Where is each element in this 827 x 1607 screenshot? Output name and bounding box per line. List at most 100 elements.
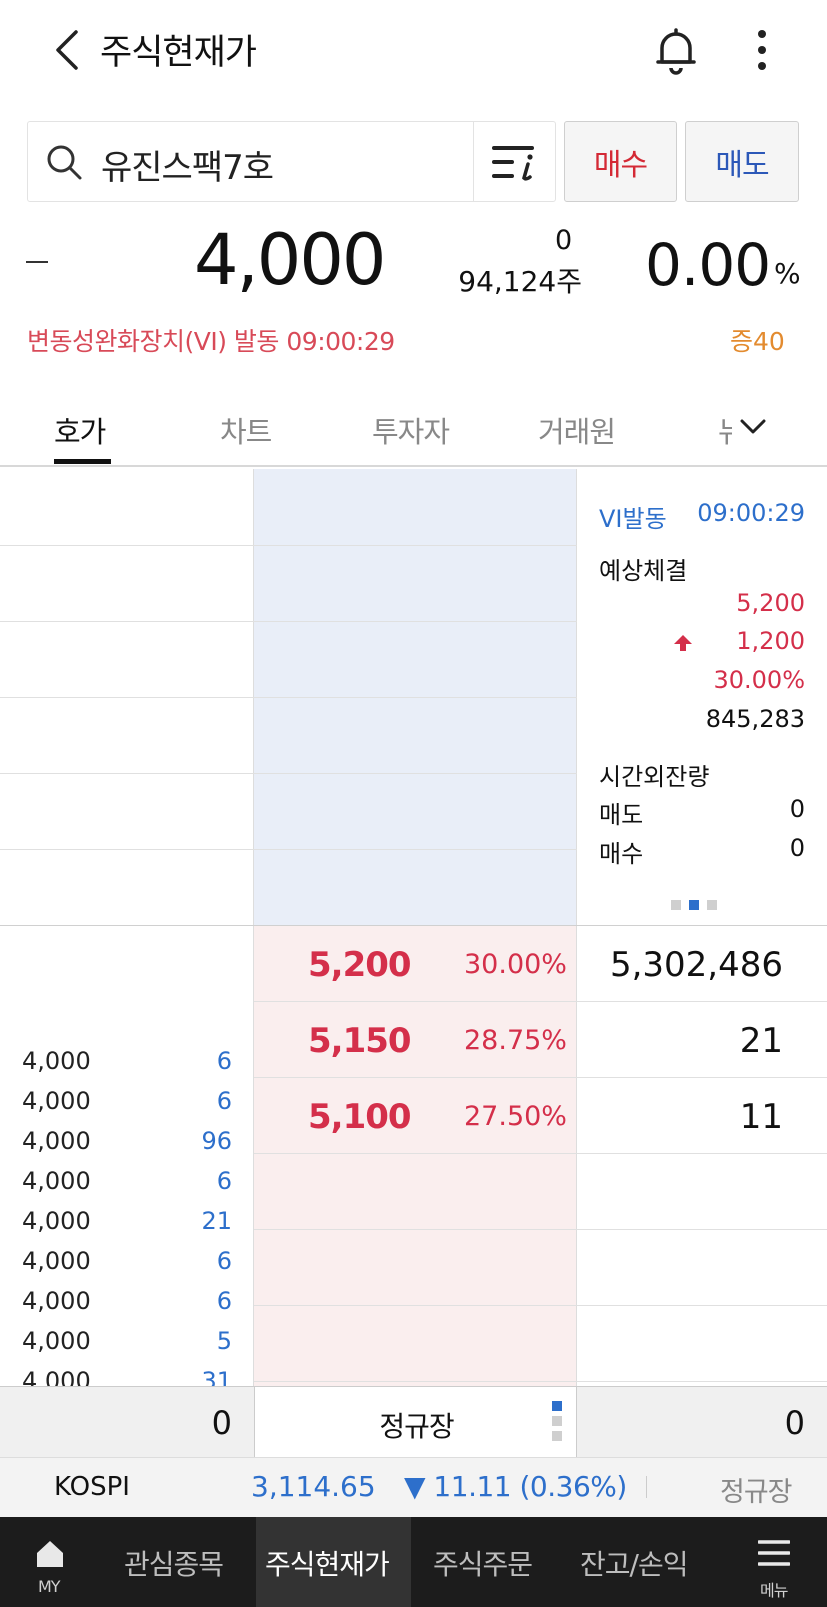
index-value: 3,114.65 bbox=[251, 1470, 376, 1503]
market-index-bar[interactable]: KOSPI 3,114.65 ▼ 11.11 (0.36%) 정규장 bbox=[0, 1457, 827, 1517]
index-session: 정규장 bbox=[720, 1477, 793, 1508]
nav-balance-label: 잔고/손익 bbox=[580, 1548, 688, 1581]
vi-time: 09:00:29 bbox=[697, 499, 805, 527]
divider bbox=[646, 1476, 647, 1498]
total-buy-qty: 0 bbox=[784, 1404, 805, 1442]
expected-change-row: 1,200 bbox=[599, 627, 805, 657]
orderbook: VI발동 09:00:29 예상체결 5,200 1,200 30.00% 84… bbox=[0, 469, 827, 1386]
trade-row: 4,000 21 bbox=[22, 1207, 232, 1247]
arrow-up-icon bbox=[674, 635, 692, 651]
grid-line bbox=[254, 1001, 827, 1002]
trade-qty: 6 bbox=[216, 1087, 232, 1115]
sell-button[interactable]: 매도 bbox=[685, 121, 799, 202]
change-rate-unit: % bbox=[774, 257, 801, 290]
trade-qty: 31 bbox=[201, 1367, 232, 1386]
bid-price: 5,200 bbox=[308, 945, 412, 985]
after-sell-label: 매도 bbox=[599, 801, 644, 829]
trade-row: 4,000 6 bbox=[22, 1047, 232, 1087]
margin-badge: 증40 bbox=[730, 327, 785, 356]
active-tab-indicator bbox=[54, 459, 111, 464]
session-toggle-icon[interactable] bbox=[551, 1399, 563, 1443]
bid-rate: 28.75% bbox=[464, 1025, 567, 1056]
after-hours-label: 시간외잔량 bbox=[599, 763, 710, 791]
session-cell[interactable]: 정규장 bbox=[254, 1387, 577, 1457]
total-sell-qty: 0 bbox=[211, 1404, 232, 1442]
vi-info-panel: VI발동 09:00:29 예상체결 5,200 1,200 30.00% 84… bbox=[577, 469, 827, 925]
trade-price: 4,000 bbox=[22, 1327, 91, 1355]
bid-quantity: 11 bbox=[739, 1097, 783, 1137]
trade-price: 4,000 bbox=[22, 1167, 91, 1195]
nav-order[interactable]: 주식주문 bbox=[411, 1517, 566, 1607]
trade-row: 4,000 6 bbox=[22, 1287, 232, 1327]
nav-watchlist[interactable]: 관심종목 bbox=[100, 1517, 256, 1607]
nav-order-label: 주식주문 bbox=[433, 1548, 533, 1581]
trade-qty: 6 bbox=[216, 1287, 232, 1315]
tab-news[interactable]: 뉴 bbox=[718, 409, 732, 451]
nav-my[interactable]: MY bbox=[0, 1517, 100, 1607]
page-indicator[interactable] bbox=[669, 899, 719, 911]
grid-line bbox=[254, 1153, 827, 1154]
trade-row: 4,000 6 bbox=[22, 1087, 232, 1127]
index-name: KOSPI bbox=[54, 1472, 130, 1502]
trade-price: 4,000 bbox=[22, 1127, 91, 1155]
tab-investor[interactable]: 투자자 bbox=[372, 409, 450, 451]
vi-label: VI발동 bbox=[599, 505, 667, 533]
vi-row: VI발동 09:00:29 bbox=[599, 499, 805, 534]
after-hours-sell-row: 매도 0 bbox=[599, 795, 805, 830]
nav-watchlist-label: 관심종목 bbox=[124, 1548, 224, 1581]
trade-qty: 6 bbox=[216, 1047, 232, 1075]
grid-line bbox=[254, 1077, 827, 1078]
current-price: 4,000 bbox=[194, 219, 386, 301]
grid-line bbox=[0, 925, 827, 926]
app-header: 주식현재가 bbox=[0, 0, 827, 100]
nav-my-label: MY bbox=[38, 1577, 61, 1596]
stock-info-icon[interactable] bbox=[490, 140, 542, 184]
nav-current-price[interactable]: 주식현재가 bbox=[256, 1517, 411, 1607]
expected-label: 예상체결 bbox=[599, 557, 688, 585]
bid-price: 5,150 bbox=[308, 1021, 412, 1061]
more-options-icon[interactable] bbox=[744, 24, 780, 76]
trade-row: 4,000 6 bbox=[22, 1167, 232, 1207]
after-hours-buy-row: 매수 0 bbox=[599, 834, 805, 869]
back-arrow-icon[interactable] bbox=[50, 28, 86, 72]
home-icon bbox=[37, 1541, 63, 1567]
grid-line bbox=[254, 1381, 827, 1382]
grid-line bbox=[0, 849, 577, 850]
grid-line bbox=[254, 1305, 827, 1306]
nav-balance[interactable]: 잔고/손익 bbox=[566, 1517, 726, 1607]
tab-bar: 호가 차트 투자자 거래원 뉴 bbox=[0, 395, 827, 467]
total-sell-cell: 0 bbox=[0, 1387, 254, 1457]
tab-chart[interactable]: 차트 bbox=[220, 409, 272, 451]
after-buy-label: 매수 bbox=[599, 840, 644, 868]
trade-price: 4,000 bbox=[22, 1087, 91, 1115]
bid-rate: 30.00% bbox=[464, 949, 567, 980]
trade-row: 4,000 5 bbox=[22, 1327, 232, 1367]
trade-price: 4,000 bbox=[22, 1287, 91, 1315]
after-buy-value: 0 bbox=[789, 834, 805, 862]
search-divider bbox=[473, 122, 474, 201]
nav-current-price-label: 주식현재가 bbox=[265, 1548, 390, 1581]
grid-line bbox=[254, 1229, 827, 1230]
trade-price: 4,000 bbox=[22, 1207, 91, 1235]
trade-price: 4,000 bbox=[22, 1367, 91, 1386]
nav-menu[interactable]: 메뉴 bbox=[726, 1517, 827, 1607]
after-sell-value: 0 bbox=[789, 795, 805, 823]
search-icon bbox=[47, 145, 82, 180]
stock-name[interactable]: 유진스팩7호 bbox=[101, 140, 274, 189]
tab-orderbook[interactable]: 호가 bbox=[54, 409, 106, 451]
chevron-down-icon[interactable] bbox=[738, 415, 768, 439]
bid-price-column bbox=[254, 925, 577, 1386]
tab-broker[interactable]: 거래원 bbox=[538, 409, 616, 451]
nav-menu-label: 메뉴 bbox=[760, 1581, 788, 1600]
page-title: 주식현재가 bbox=[100, 33, 257, 73]
buy-button[interactable]: 매수 bbox=[564, 121, 677, 202]
price-summary: 4,000 0 94,124주 0.00 % bbox=[0, 205, 827, 305]
expected-change: 1,200 bbox=[736, 627, 805, 655]
trade-qty: 21 bbox=[201, 1207, 232, 1235]
bell-icon[interactable] bbox=[652, 24, 700, 76]
trade-qty: 96 bbox=[201, 1127, 232, 1155]
trade-volume: 94,124주 bbox=[458, 265, 582, 298]
stock-search-box[interactable]: 유진스팩7호 bbox=[27, 121, 556, 202]
bid-price: 5,100 bbox=[308, 1097, 412, 1137]
expected-rate: 30.00% bbox=[713, 666, 805, 694]
